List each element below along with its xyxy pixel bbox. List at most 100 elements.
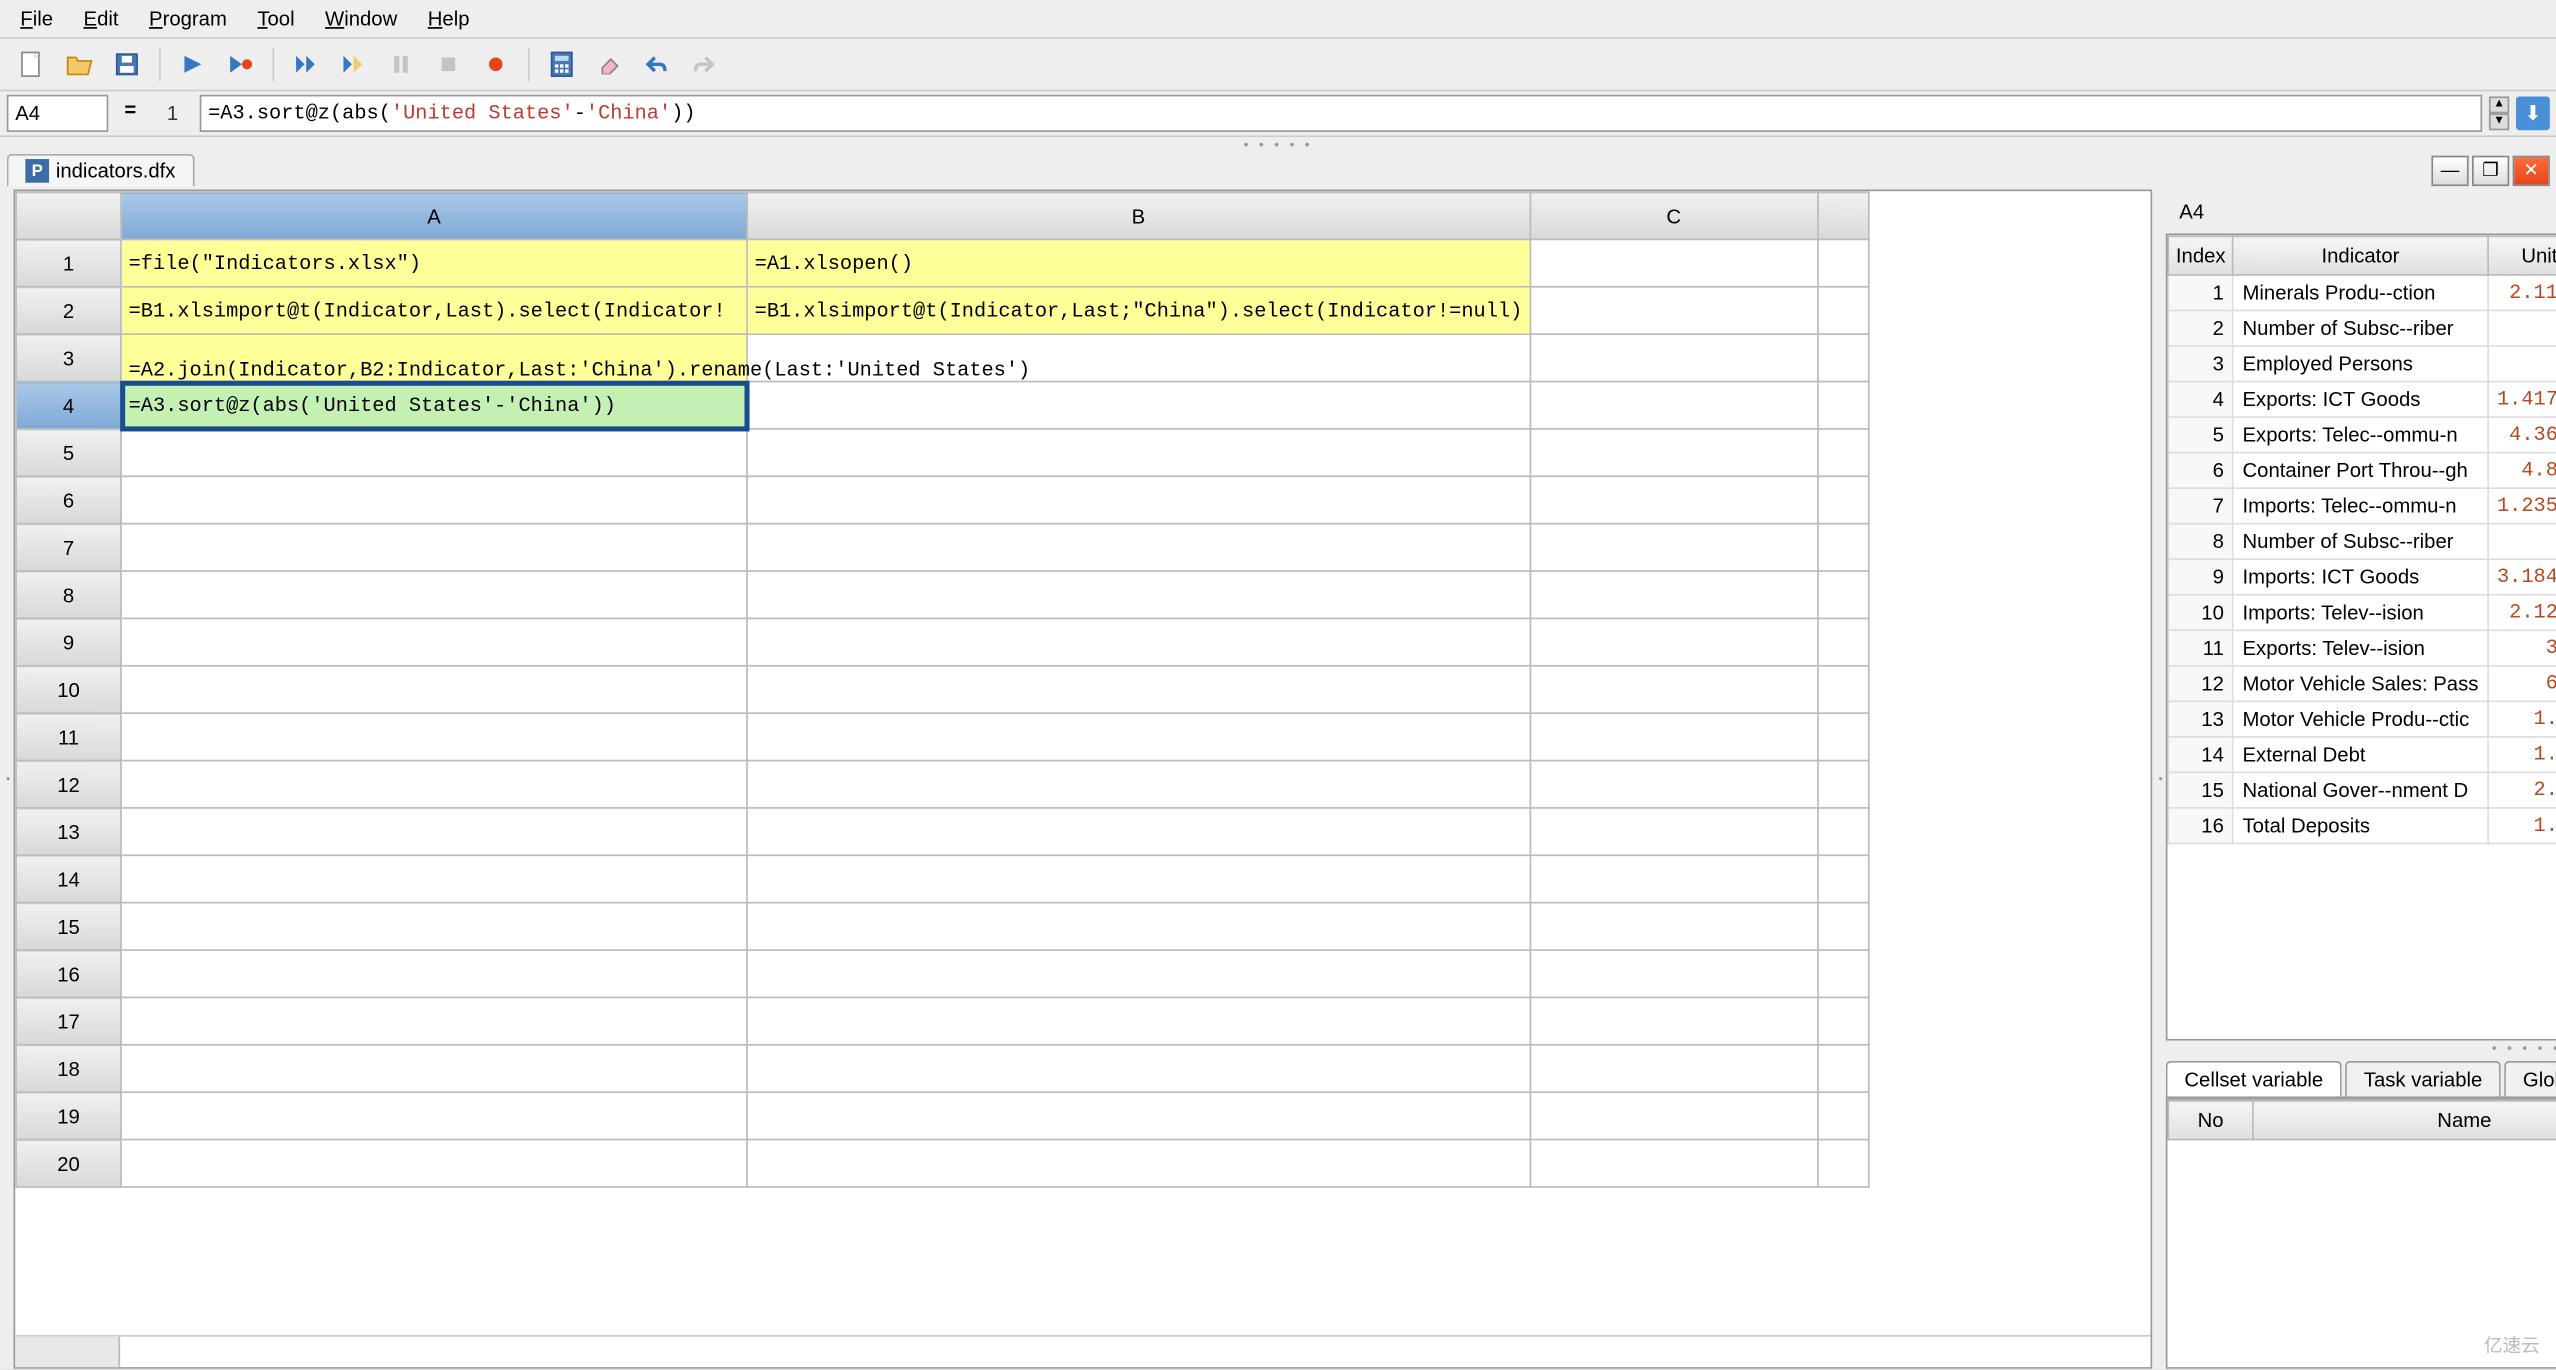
row-header[interactable]: 13: [16, 808, 121, 855]
row-header[interactable]: 7: [16, 524, 121, 571]
cell-C4[interactable]: [1530, 382, 1818, 429]
cell-B15[interactable]: [747, 903, 1530, 950]
row-header[interactable]: 15: [16, 903, 121, 950]
menu-file[interactable]: File: [7, 3, 67, 33]
cell-reference[interactable]: A4: [7, 95, 109, 132]
cell-C14[interactable]: [1530, 855, 1818, 902]
step-over-button[interactable]: [335, 46, 372, 83]
pause-button[interactable]: [382, 46, 419, 83]
formula-spinner[interactable]: ▲▼: [2489, 96, 2509, 130]
row-header[interactable]: 2: [16, 287, 121, 334]
row-header[interactable]: 11: [16, 713, 121, 760]
cell-C6[interactable]: [1530, 476, 1818, 523]
result-us[interactable]: 2.1089643E7: [2488, 772, 2556, 808]
cell-grid[interactable]: ABC1=file("Indicators.xlsx")=A1.xlsopen(…: [15, 191, 2150, 1335]
menu-tool[interactable]: Tool: [244, 3, 308, 33]
cell-B16[interactable]: [747, 950, 1530, 997]
var-header[interactable]: No: [2168, 1101, 2253, 1140]
row-header[interactable]: 17: [16, 997, 121, 1044]
result-indicator[interactable]: Number of Subsc--riber: [2233, 310, 2487, 346]
cell-A19[interactable]: [121, 1092, 747, 1139]
cell-A10[interactable]: [121, 666, 747, 713]
cell-A17[interactable]: [121, 997, 747, 1044]
result-us[interactable]: 1.2153E8: [2488, 524, 2556, 560]
cell-C10[interactable]: [1530, 666, 1818, 713]
row-header[interactable]: 6: [16, 476, 121, 523]
menu-help[interactable]: Help: [414, 3, 483, 33]
cell-B20[interactable]: [747, 1140, 1530, 1187]
maximize-button[interactable]: ❐: [2472, 155, 2509, 185]
var-tab[interactable]: Cellset variable: [2166, 1061, 2342, 1097]
menu-window[interactable]: Window: [312, 3, 411, 33]
result-us[interactable]: 1.2353685057E8: [2488, 488, 2556, 524]
erase-button[interactable]: [591, 46, 628, 83]
cell-C19[interactable]: [1530, 1092, 1818, 1139]
cell-B8[interactable]: [747, 571, 1530, 618]
cell-B12[interactable]: [747, 761, 1530, 808]
cell-C13[interactable]: [1530, 808, 1818, 855]
formula-input[interactable]: =A3.sort@z(abs('United States'-'China')): [200, 95, 2483, 132]
cell-A16[interactable]: [121, 950, 747, 997]
cell-C16[interactable]: [1530, 950, 1818, 997]
result-indicator[interactable]: Exports: Telev--ision: [2233, 630, 2487, 666]
cell-B17[interactable]: [747, 997, 1530, 1044]
cell-B14[interactable]: [747, 855, 1530, 902]
result-us[interactable]: 4.362049908E7: [2488, 417, 2556, 453]
row-header[interactable]: 20: [16, 1140, 121, 1187]
result-us[interactable]: 1.9019303E7: [2488, 737, 2556, 773]
cell-A8[interactable]: [121, 571, 747, 618]
result-table[interactable]: IndexIndicatorUnited StatesChina1Mineral…: [2166, 233, 2556, 1040]
result-indicator[interactable]: Imports: Telev--ision: [2233, 595, 2487, 631]
calc-button[interactable]: [543, 46, 580, 83]
result-gripper[interactable]: • • • • •: [2166, 1041, 2556, 1055]
row-header[interactable]: 1: [16, 239, 121, 286]
cell-B11[interactable]: [747, 713, 1530, 760]
row-header[interactable]: 3: [16, 334, 121, 381]
formula-expand-button[interactable]: ⬇: [2516, 96, 2550, 130]
result-us[interactable]: 2.124857134E7: [2488, 595, 2556, 631]
result-indicator[interactable]: National Gover--nment D: [2233, 772, 2487, 808]
cell-C18[interactable]: [1530, 1045, 1818, 1092]
result-indicator[interactable]: Minerals Produ--ction: [2233, 275, 2487, 311]
result-indicator[interactable]: External Debt: [2233, 737, 2487, 773]
horizontal-scrollbar[interactable]: [120, 1337, 2150, 1367]
cell-B1[interactable]: =A1.xlsopen(): [747, 239, 1530, 286]
result-indicator[interactable]: Total Deposits: [2233, 808, 2487, 844]
result-indicator[interactable]: Motor Vehicle Produ--ctic: [2233, 701, 2487, 737]
result-us[interactable]: 1.1189985E7: [2488, 701, 2556, 737]
result-us[interactable]: 1.4175230767E8: [2488, 382, 2556, 418]
cell-A12[interactable]: [121, 761, 747, 808]
open-file-button[interactable]: [61, 46, 98, 83]
cell-A14[interactable]: [121, 855, 747, 902]
cell-B2[interactable]: =B1.xlsimport@t(Indicator,Last;"China").…: [747, 287, 1530, 334]
cell-B7[interactable]: [747, 524, 1530, 571]
menu-edit[interactable]: Edit: [70, 3, 132, 33]
cell-C17[interactable]: [1530, 997, 1818, 1044]
result-indicator[interactable]: Exports: Telec--ommu-n: [2233, 417, 2487, 453]
result-us[interactable]: 6096110.62: [2488, 666, 2556, 702]
cell-A9[interactable]: [121, 618, 747, 665]
cell-C11[interactable]: [1530, 713, 1818, 760]
cell-B5[interactable]: [747, 429, 1530, 476]
step-into-button[interactable]: [288, 46, 325, 83]
cell-A13[interactable]: [121, 808, 747, 855]
stop-button[interactable]: [430, 46, 467, 83]
cell-A3[interactable]: =A2.join(Indicator,B2:Indicator,Last:'Ch…: [121, 334, 747, 381]
cell-A11[interactable]: [121, 713, 747, 760]
row-header[interactable]: 9: [16, 618, 121, 665]
var-header[interactable]: Name: [2253, 1101, 2556, 1140]
row-header[interactable]: 16: [16, 950, 121, 997]
cell-C7[interactable]: [1530, 524, 1818, 571]
result-us[interactable]: 4.83817225E7: [2488, 453, 2556, 489]
row-header[interactable]: 19: [16, 1092, 121, 1139]
cell-B4[interactable]: [747, 382, 1530, 429]
cell-A18[interactable]: [121, 1045, 747, 1092]
cell-A7[interactable]: [121, 524, 747, 571]
cell-C8[interactable]: [1530, 571, 1818, 618]
row-header[interactable]: 14: [16, 855, 121, 902]
cell-B18[interactable]: [747, 1045, 1530, 1092]
cell-A2[interactable]: =B1.xlsimport@t(Indicator,Last).select(I…: [121, 287, 747, 334]
undo-button[interactable]: [638, 46, 675, 83]
breakpoint-button[interactable]: [477, 46, 514, 83]
result-indicator[interactable]: Number of Subsc--riber: [2233, 524, 2487, 560]
